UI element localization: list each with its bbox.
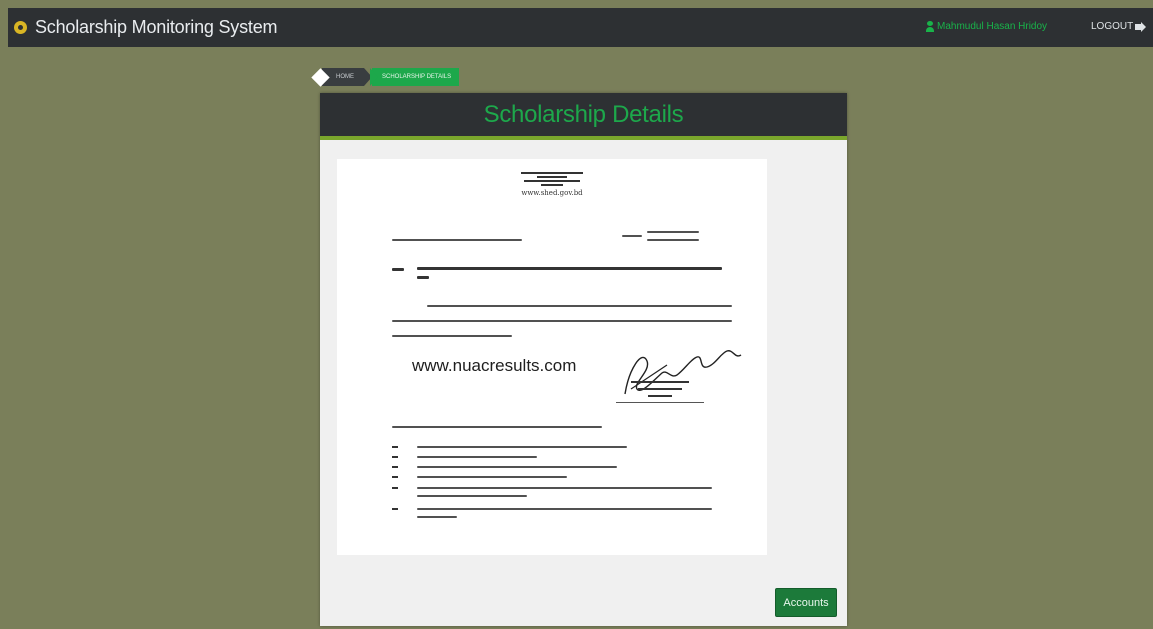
scholarship-details-card: Scholarship Details www.shed.gov.bd www.… bbox=[320, 93, 847, 626]
document-letterhead: www.shed.gov.bd bbox=[337, 167, 767, 198]
sign-out-icon bbox=[1135, 21, 1147, 32]
card-header: Scholarship Details bbox=[320, 93, 847, 140]
breadcrumb-separator bbox=[364, 68, 378, 86]
breadcrumb-current: SCHOLARSHIP DETAILS bbox=[372, 68, 460, 86]
brand[interactable]: Scholarship Monitoring System bbox=[14, 17, 278, 38]
page-title: Scholarship Details bbox=[483, 100, 684, 128]
signatory-block bbox=[615, 381, 705, 403]
logo-icon bbox=[14, 21, 27, 34]
user-icon bbox=[926, 21, 934, 32]
user-name: Mahmudul Hasan Hridoy bbox=[937, 21, 1048, 32]
scholarship-document-image: www.shed.gov.bd www.nuacresults.com bbox=[337, 159, 767, 555]
logout-link[interactable]: LOGOUT bbox=[1091, 21, 1147, 32]
top-navbar: Scholarship Monitoring System Mahmudul H… bbox=[8, 8, 1153, 47]
accounts-button[interactable]: Accounts bbox=[775, 588, 837, 617]
app-title: Scholarship Monitoring System bbox=[35, 17, 278, 37]
user-menu[interactable]: Mahmudul Hasan Hridoy bbox=[926, 21, 1047, 32]
document-watermark: www.nuacresults.com bbox=[412, 356, 577, 375]
breadcrumb: HOME SCHOLARSHIP DETAILS bbox=[311, 67, 460, 87]
document-website: www.shed.gov.bd bbox=[521, 189, 583, 197]
logout-label: LOGOUT bbox=[1091, 21, 1134, 32]
